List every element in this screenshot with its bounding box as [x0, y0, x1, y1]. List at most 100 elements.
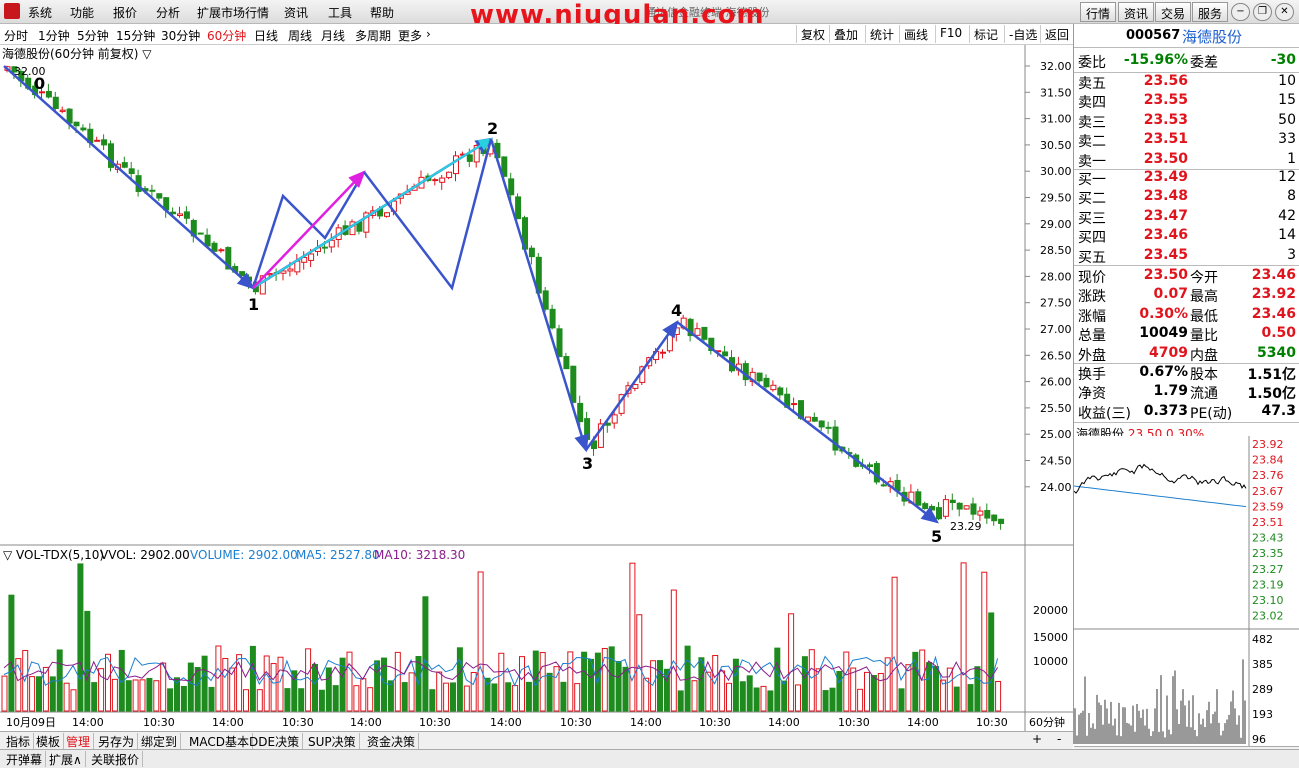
period-daily[interactable]: 日线 — [254, 27, 278, 44]
tool-watchlist[interactable]: -自选 — [1004, 25, 1041, 43]
price-tick: 31.00 — [1040, 113, 1072, 126]
vol-indicator-name[interactable]: ▽ VOL-TDX(5,10) — [3, 548, 104, 562]
sell-row[interactable]: 卖四 23.55 15 — [1078, 92, 1298, 111]
tool-stats[interactable]: 统计 — [865, 25, 898, 43]
stat2-label-2: 流通 — [1190, 386, 1218, 403]
tool-mark[interactable]: 标记 — [969, 25, 1002, 43]
period-30min[interactable]: 30分钟 — [161, 27, 200, 44]
indicator-tab-3[interactable]: 另存为 — [95, 733, 139, 749]
tool-adjust[interactable]: 复权 — [796, 25, 829, 43]
mini-volume-tick: 289 — [1252, 683, 1273, 696]
kline-chart-area[interactable]: 32.00 31.50 31.00 30.50 30.00 29.50 29.00 28.50… — [0, 45, 1073, 731]
x-axis-label: 10:30 — [976, 716, 1008, 729]
menu-analysis[interactable]: 分析 — [156, 4, 180, 21]
sell-price: 23.55 — [1143, 92, 1188, 109]
buy-row[interactable]: 买二 23.48 8 — [1078, 188, 1298, 207]
candle — [963, 505, 970, 510]
buy-row[interactable]: 买四 23.46 14 — [1078, 227, 1298, 246]
candle — [867, 464, 873, 468]
status-tab-0[interactable]: 开弹幕 — [3, 751, 47, 767]
candle — [611, 414, 618, 424]
candle — [439, 177, 446, 183]
buy-row[interactable]: 买五 23.45 3 — [1078, 247, 1298, 266]
volume-bar — [981, 571, 988, 712]
period-60min[interactable]: 60分钟 — [207, 27, 246, 44]
candle — [949, 499, 956, 504]
volume-bar — [622, 666, 629, 712]
period-weekly[interactable]: 周线 — [288, 27, 312, 44]
volume-bar — [132, 679, 139, 712]
indicator-tab-6[interactable]: DDE决策 — [246, 733, 304, 749]
minimize-icon[interactable]: − — [1231, 3, 1250, 21]
period-more[interactable]: 更多 — [398, 27, 422, 44]
volume-bar — [422, 596, 429, 712]
close-icon[interactable]: ✕ — [1275, 3, 1294, 21]
stat2-label: 收益(三) — [1078, 405, 1131, 422]
buy-row[interactable]: 买三 23.47 42 — [1078, 208, 1298, 227]
sell-row[interactable]: 卖二 23.51 33 — [1078, 131, 1298, 150]
volume-bar — [77, 563, 84, 712]
period-5min[interactable]: 5分钟 — [77, 27, 109, 44]
sell-row[interactable]: 卖一 23.50 1 — [1078, 151, 1298, 170]
stat-value-2: 23.46 — [1251, 267, 1296, 283]
volume-bar — [560, 681, 567, 712]
restore-icon[interactable]: ❐ — [1253, 3, 1272, 21]
status-tab-1[interactable]: 扩展∧ — [46, 751, 86, 767]
volume-bar — [167, 688, 174, 712]
indicator-tab-8[interactable]: 资金决策 — [364, 733, 420, 749]
menu-quote[interactable]: 报价 — [113, 4, 137, 21]
volume-bar — [160, 662, 167, 712]
menu-bar: 系统 功能 报价 分析 扩展市场行情 资讯 工具 帮助 通达信金融终端 海德股份… — [0, 0, 1299, 30]
sell-row[interactable]: 卖五 23.56 10 — [1078, 73, 1298, 92]
stat-label-2: 内盘 — [1190, 347, 1218, 364]
period-1min[interactable]: 1分钟 — [38, 27, 70, 44]
status-tab-2[interactable]: 关联报价 — [88, 751, 144, 767]
sell-volume: 10 — [1278, 73, 1296, 89]
mini-price-tick: 23.76 — [1252, 469, 1284, 482]
zoom-out-icon[interactable]: - — [1057, 732, 1061, 746]
menu-system[interactable]: 系统 — [28, 4, 52, 21]
top-button-market[interactable]: 行情 — [1080, 2, 1117, 22]
volume-bar — [836, 671, 843, 712]
more-arrow-icon[interactable]: › — [426, 27, 431, 41]
candle — [673, 327, 680, 335]
indicator-tab-7[interactable]: SUP决策 — [305, 733, 360, 749]
menu-info[interactable]: 资讯 — [284, 4, 308, 21]
indicator-tab-2[interactable]: 管理 — [63, 733, 95, 749]
period-multi[interactable]: 多周期 — [355, 27, 391, 44]
candle — [556, 328, 563, 358]
indicator-tab-1[interactable]: 模板 — [33, 733, 65, 749]
tool-back[interactable]: 返回 — [1040, 25, 1073, 43]
status-bar: 开弹幕 扩展∧ 关联报价 — [0, 749, 1299, 768]
period-monthly[interactable]: 月线 — [321, 27, 345, 44]
indicator-tab-5[interactable]: MACD基本 — [186, 733, 253, 749]
indicator-tab-4[interactable]: 绑定到 — [138, 733, 182, 749]
weibi-row: 委比 -15.96% 委差 -30 — [1078, 52, 1298, 71]
app-logo-icon[interactable] — [4, 3, 20, 19]
menu-extended-market[interactable]: 扩展市场行情 — [197, 4, 269, 21]
candle — [121, 162, 128, 168]
stat-row: 涨跌 0.07 最高 23.92 — [1078, 286, 1298, 305]
tool-overlay[interactable]: 叠加 — [829, 25, 862, 43]
buy-row[interactable]: 买一 23.49 12 — [1078, 169, 1298, 188]
top-button-trade[interactable]: 交易 — [1155, 2, 1192, 22]
menu-function[interactable]: 功能 — [70, 4, 94, 21]
wave-label-2: 2 — [487, 119, 498, 138]
volume-bar — [525, 681, 532, 712]
menu-help[interactable]: 帮助 — [370, 4, 394, 21]
tool-draw[interactable]: 画线 — [899, 25, 932, 43]
volume-bar — [788, 613, 795, 712]
top-button-info[interactable]: 资讯 — [1118, 2, 1155, 22]
period-intraday[interactable]: 分时 — [4, 27, 28, 44]
period-15min[interactable]: 15分钟 — [116, 27, 155, 44]
indicator-tab-0[interactable]: 指标 — [3, 733, 35, 749]
sell-volume: 1 — [1287, 150, 1296, 167]
top-button-service[interactable]: 服务 — [1192, 2, 1229, 22]
zoom-in-icon[interactable]: + — [1032, 732, 1042, 746]
price-tick: 27.00 — [1040, 323, 1072, 336]
tool-f10[interactable]: F10 — [935, 25, 966, 43]
menu-tools[interactable]: 工具 — [328, 4, 352, 21]
sell-row[interactable]: 卖三 23.53 50 — [1078, 112, 1298, 131]
intraday-mini-chart[interactable]: 23.92 23.84 23.76 23.67 23.59 23.51 23.43 23.35… — [1074, 436, 1299, 746]
volume-bar — [298, 688, 305, 712]
